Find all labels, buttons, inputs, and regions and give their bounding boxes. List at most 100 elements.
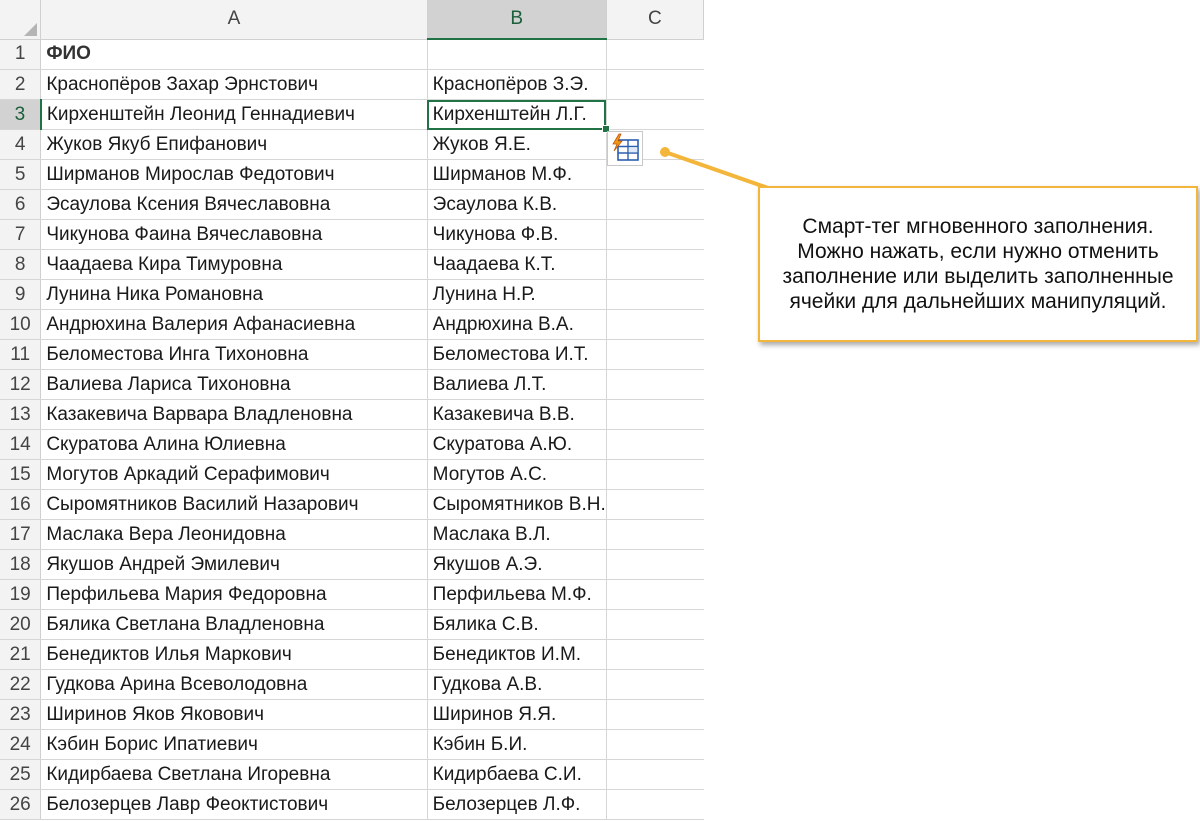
cell-c24[interactable]: [606, 729, 704, 760]
cell-c8[interactable]: [606, 249, 704, 280]
cell-a26[interactable]: Белозерцев Лавр Феоктистович: [40, 789, 428, 820]
cell-a22[interactable]: Гудкова Арина Всеволодовна: [40, 669, 428, 700]
row-header-9[interactable]: 9: [0, 279, 42, 310]
column-header-b[interactable]: B: [427, 0, 607, 40]
cell-c2[interactable]: [606, 69, 704, 100]
cell-a18[interactable]: Якушов Андрей Эмилевич: [40, 549, 428, 580]
row-header-2[interactable]: 2: [0, 69, 42, 100]
cell-a19[interactable]: Перфильева Мария Федоровна: [40, 579, 428, 610]
row-header-22[interactable]: 22: [0, 669, 42, 700]
cell-a9[interactable]: Лунина Ника Романовна: [40, 279, 428, 310]
row-header-21[interactable]: 21: [0, 639, 42, 670]
row-header-12[interactable]: 12: [0, 369, 42, 400]
cell-a7[interactable]: Чикунова Фаина Вячеславовна: [40, 219, 428, 250]
cell-b2[interactable]: Краснопёров З.Э.: [427, 69, 607, 100]
cell-b12[interactable]: Валиева Л.Т.: [427, 369, 607, 400]
cell-c17[interactable]: [606, 519, 704, 550]
row-header-20[interactable]: 20: [0, 609, 42, 640]
row-header-18[interactable]: 18: [0, 549, 42, 580]
cell-c12[interactable]: [606, 369, 704, 400]
cell-b7[interactable]: Чикунова Ф.В.: [427, 219, 607, 250]
column-header-a[interactable]: A: [40, 0, 428, 40]
cell-b8[interactable]: Чаадаева К.Т.: [427, 249, 607, 280]
row-header-3[interactable]: 3: [0, 99, 42, 130]
cell-c15[interactable]: [606, 459, 704, 490]
row-header-26[interactable]: 26: [0, 789, 42, 820]
cell-a2[interactable]: Краснопёров Захар Эрнстович: [40, 69, 428, 100]
select-all-button[interactable]: [0, 0, 42, 40]
row-header-4[interactable]: 4: [0, 129, 42, 160]
cell-a13[interactable]: Казакевича Варвара Владленовна: [40, 399, 428, 430]
row-header-8[interactable]: 8: [0, 249, 42, 280]
row-header-11[interactable]: 11: [0, 339, 42, 370]
cell-c3[interactable]: [606, 99, 704, 130]
cell-c20[interactable]: [606, 609, 704, 640]
cell-b3[interactable]: Кирхенштейн Л.Г.: [427, 99, 610, 133]
cell-c19[interactable]: [606, 579, 704, 610]
cell-b17[interactable]: Маслака В.Л.: [427, 519, 607, 550]
cell-a16[interactable]: Сыромятников Василий Назарович: [40, 489, 428, 520]
cell-c21[interactable]: [606, 639, 704, 670]
row-header-7[interactable]: 7: [0, 219, 42, 250]
row-header-1[interactable]: 1: [0, 39, 42, 70]
cell-a24[interactable]: Кэбин Борис Ипатиевич: [40, 729, 428, 760]
cell-a1[interactable]: ФИО: [40, 39, 428, 70]
cell-c1[interactable]: [606, 39, 704, 70]
cell-b11[interactable]: Беломестова И.Т.: [427, 339, 607, 370]
cell-a5[interactable]: Ширманов Мирослав Федотович: [40, 159, 428, 190]
cell-c10[interactable]: [606, 309, 704, 340]
cell-b22[interactable]: Гудкова А.В.: [427, 669, 607, 700]
cell-b20[interactable]: Бялика С.В.: [427, 609, 607, 640]
row-header-6[interactable]: 6: [0, 189, 42, 220]
cell-b13[interactable]: Казакевича В.В.: [427, 399, 607, 430]
cell-a4[interactable]: Жуков Якуб Епифанович: [40, 129, 428, 160]
cell-b21[interactable]: Бенедиктов И.М.: [427, 639, 607, 670]
row-header-16[interactable]: 16: [0, 489, 42, 520]
cell-b4[interactable]: Жуков Я.Е.: [427, 129, 607, 160]
row-header-25[interactable]: 25: [0, 759, 42, 790]
cell-a25[interactable]: Кидирбаева Светлана Игоревна: [40, 759, 428, 790]
cell-b5[interactable]: Ширманов М.Ф.: [427, 159, 607, 190]
cell-a3[interactable]: Кирхенштейн Леонид Геннадиевич: [40, 99, 428, 130]
cell-b16[interactable]: Сыромятников В.Н.: [427, 489, 607, 520]
cell-c18[interactable]: [606, 549, 704, 580]
cell-a8[interactable]: Чаадаева Кира Тимуровна: [40, 249, 428, 280]
cell-b23[interactable]: Ширинов Я.Я.: [427, 699, 607, 730]
row-header-23[interactable]: 23: [0, 699, 42, 730]
row-header-15[interactable]: 15: [0, 459, 42, 490]
cell-a6[interactable]: Эсаулова Ксения Вячеславовна: [40, 189, 428, 220]
row-header-24[interactable]: 24: [0, 729, 42, 760]
cell-c6[interactable]: [606, 189, 704, 220]
cell-c26[interactable]: [606, 789, 704, 820]
row-header-17[interactable]: 17: [0, 519, 42, 550]
cell-a23[interactable]: Ширинов Яков Яковович: [40, 699, 428, 730]
cell-b24[interactable]: Кэбин Б.И.: [427, 729, 607, 760]
flash-fill-smart-tag[interactable]: [607, 131, 643, 166]
column-header-c[interactable]: C: [606, 0, 704, 40]
cell-c11[interactable]: [606, 339, 704, 370]
cell-c9[interactable]: [606, 279, 704, 310]
cell-a14[interactable]: Скуратова Алина Юлиевна: [40, 429, 428, 460]
cell-c14[interactable]: [606, 429, 704, 460]
cell-a20[interactable]: Бялика Светлана Владленовна: [40, 609, 428, 640]
row-header-10[interactable]: 10: [0, 309, 42, 340]
row-header-14[interactable]: 14: [0, 429, 42, 460]
cell-b25[interactable]: Кидирбаева С.И.: [427, 759, 607, 790]
cell-c7[interactable]: [606, 219, 704, 250]
cell-c13[interactable]: [606, 399, 704, 430]
cell-a17[interactable]: Маслака Вера Леонидовна: [40, 519, 428, 550]
row-header-5[interactable]: 5: [0, 159, 42, 190]
cell-c23[interactable]: [606, 699, 704, 730]
row-header-13[interactable]: 13: [0, 399, 42, 430]
cell-b9[interactable]: Лунина Н.Р.: [427, 279, 607, 310]
cell-a21[interactable]: Бенедиктов Илья Маркович: [40, 639, 428, 670]
cell-b26[interactable]: Белозерцев Л.Ф.: [427, 789, 607, 820]
cell-b19[interactable]: Перфильева М.Ф.: [427, 579, 607, 610]
row-header-19[interactable]: 19: [0, 579, 42, 610]
cell-c22[interactable]: [606, 669, 704, 700]
cell-a15[interactable]: Могутов Аркадий Серафимович: [40, 459, 428, 490]
cell-b18[interactable]: Якушов А.Э.: [427, 549, 607, 580]
cell-b6[interactable]: Эсаулова К.В.: [427, 189, 607, 220]
cell-b15[interactable]: Могутов А.С.: [427, 459, 607, 490]
cell-b1[interactable]: [427, 39, 607, 70]
